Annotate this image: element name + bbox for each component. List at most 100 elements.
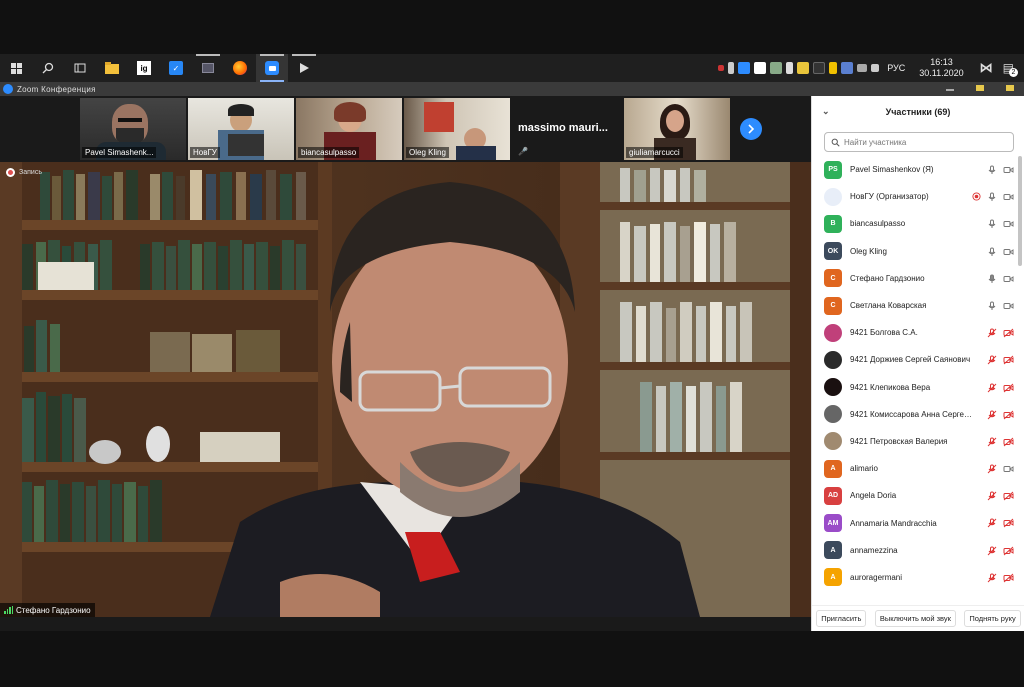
avatar: C bbox=[824, 296, 842, 315]
participant-row[interactable]: OK Oleg Kling bbox=[812, 238, 1017, 265]
vk-icon[interactable]: ✓ bbox=[160, 54, 192, 82]
tray-blue-icon[interactable] bbox=[841, 62, 854, 74]
language-indicator[interactable]: РУС bbox=[887, 63, 905, 73]
participant-search[interactable] bbox=[824, 132, 1014, 152]
close-icon[interactable] bbox=[1006, 85, 1014, 91]
thumbnail-strip: Pavel Simashenk... НовГУ biancasulpasso … bbox=[0, 96, 811, 162]
start-icon[interactable] bbox=[0, 54, 32, 82]
participant-row[interactable]: C Стефано Гардзонио bbox=[812, 265, 1017, 292]
thumbnail-name: giuliamarcucci bbox=[626, 147, 683, 158]
tray-mic-icon[interactable] bbox=[728, 62, 735, 74]
tray-app-icon[interactable] bbox=[770, 62, 783, 74]
firefox-icon[interactable] bbox=[224, 54, 256, 82]
mic-muted-icon bbox=[987, 410, 997, 420]
recording-icon bbox=[971, 192, 981, 202]
participant-row[interactable]: 9421 Болгова С.А. bbox=[812, 319, 1017, 346]
file-explorer-icon[interactable] bbox=[96, 54, 128, 82]
video-thumbnail[interactable]: biancasulpasso bbox=[296, 98, 402, 160]
thumbnail-name: Pavel Simashenk... bbox=[82, 147, 157, 158]
search-icon bbox=[831, 138, 840, 147]
tray-black-icon[interactable] bbox=[813, 62, 826, 74]
tray-red-icon[interactable] bbox=[718, 65, 725, 71]
participant-row[interactable]: НовГУ (Организатор) bbox=[812, 183, 1017, 210]
avatar: OK bbox=[824, 242, 842, 261]
task-view-icon[interactable] bbox=[64, 54, 96, 82]
participants-footer: Пригласить Выключить мой звук Поднять ру… bbox=[812, 605, 1024, 631]
camera-off-icon bbox=[1003, 437, 1014, 447]
participant-row[interactable]: 9421 Клепикова Вера bbox=[812, 374, 1017, 401]
thumbnail-name: НовГУ bbox=[190, 147, 220, 158]
letterbox-bottom bbox=[0, 631, 1024, 687]
camera-icon bbox=[1003, 165, 1014, 175]
participant-row[interactable]: 9421 Доржиев Сергей Саянович bbox=[812, 346, 1017, 373]
participant-name: 9421 Болгова С.А. bbox=[850, 328, 918, 338]
camera-off-icon bbox=[1003, 328, 1014, 338]
minimize-icon[interactable] bbox=[946, 89, 954, 91]
tray-book-icon[interactable] bbox=[754, 62, 767, 74]
recording-indicator: Запись bbox=[6, 168, 42, 177]
participant-row[interactable]: Bbiancasulpasso bbox=[812, 210, 1017, 237]
avatar: B bbox=[824, 214, 842, 233]
mic-icon bbox=[987, 192, 997, 202]
mute-me-button[interactable]: Выключить мой звук bbox=[874, 610, 956, 627]
video-thumbnail[interactable]: giuliamarcucci bbox=[624, 98, 730, 160]
notifications-icon[interactable]: ▤ 2 bbox=[1003, 61, 1018, 77]
video-thumbnail[interactable]: Pavel Simashenk... bbox=[80, 98, 186, 160]
mic-icon bbox=[987, 301, 997, 311]
screen-app-icon[interactable] bbox=[192, 54, 224, 82]
ig-app-icon[interactable]: ig bbox=[128, 54, 160, 82]
participant-row[interactable]: C Светлана Коварская bbox=[812, 292, 1017, 319]
tray-yellow-icon[interactable] bbox=[829, 62, 838, 74]
camera-icon bbox=[1003, 274, 1014, 284]
participant-row[interactable]: Aalimario bbox=[812, 455, 1017, 482]
search-input[interactable] bbox=[844, 137, 1004, 147]
camera-off-icon bbox=[1003, 546, 1014, 556]
video-thumbnail[interactable]: Oleg Kling bbox=[404, 98, 510, 160]
camera-icon bbox=[1003, 301, 1014, 311]
next-page-button[interactable] bbox=[740, 118, 762, 140]
zoom-taskbar-icon[interactable] bbox=[256, 54, 288, 82]
video-thumbnail[interactable]: НовГУ bbox=[188, 98, 294, 160]
participants-title: Участники (69) bbox=[885, 107, 951, 117]
mic-muted-icon bbox=[987, 546, 997, 556]
participant-name: 9421 Доржиев Сергей Саянович bbox=[850, 355, 971, 365]
participant-name: Oleg Kling bbox=[850, 246, 887, 256]
search-icon[interactable] bbox=[32, 54, 64, 82]
recording-label: Запись bbox=[19, 169, 42, 176]
camera-off-icon bbox=[1003, 410, 1014, 420]
chevron-down-icon[interactable]: ⌄ bbox=[822, 106, 830, 117]
mic-muted-icon bbox=[987, 491, 997, 501]
participant-row[interactable]: 9421 Комиссарова Анна Сергее... bbox=[812, 401, 1017, 428]
thumbnail-name: massimo mauri... bbox=[518, 122, 608, 134]
participant-list-scrollbar[interactable] bbox=[1018, 156, 1022, 266]
participant-row[interactable]: 9421 Петровская Валерия bbox=[812, 428, 1017, 455]
keyboard-icon[interactable]: ⋈ bbox=[980, 60, 993, 76]
tray-shield-icon[interactable] bbox=[797, 62, 810, 74]
avatar bbox=[824, 187, 842, 206]
invite-button[interactable]: Пригласить bbox=[816, 610, 867, 627]
tray-usb-icon[interactable] bbox=[786, 62, 794, 74]
video-thumbnail[interactable]: massimo mauri... 🎤 bbox=[514, 98, 620, 160]
muted-mic-icon: 🎤 bbox=[518, 147, 528, 156]
media-player-icon[interactable] bbox=[288, 54, 320, 82]
raise-hand-button[interactable]: Поднять руку bbox=[964, 610, 1021, 627]
participant-row[interactable]: Aannamezzina bbox=[812, 537, 1017, 564]
volume-icon[interactable] bbox=[871, 64, 880, 72]
participant-row[interactable]: AM Annamaria Mandracchia bbox=[812, 509, 1017, 536]
chevron-right-icon bbox=[748, 124, 755, 134]
active-speaker-video[interactable]: Запись Стефано Гардзонио bbox=[0, 162, 811, 617]
zoom-title-bar: Zoom Конференция bbox=[0, 82, 1024, 96]
network-icon[interactable] bbox=[857, 64, 868, 72]
participant-name: Annamaria Mandracchia bbox=[850, 518, 937, 528]
avatar bbox=[824, 432, 842, 451]
maximize-icon[interactable] bbox=[976, 85, 984, 91]
participant-row[interactable]: Aauroragermani bbox=[812, 564, 1017, 591]
mic-muted-icon bbox=[987, 573, 997, 583]
clock[interactable]: 16:13 30.11.2020 bbox=[919, 57, 963, 79]
participant-name: Стефано Гардзонио bbox=[850, 273, 925, 283]
mic-muted-icon bbox=[987, 437, 997, 447]
participant-row[interactable]: PS Pavel Simashenkov (Я) bbox=[812, 156, 1017, 183]
tray-zoom-icon[interactable] bbox=[738, 62, 751, 74]
participant-row[interactable]: AD Angela Doria bbox=[812, 482, 1017, 509]
camera-icon bbox=[1003, 247, 1014, 257]
